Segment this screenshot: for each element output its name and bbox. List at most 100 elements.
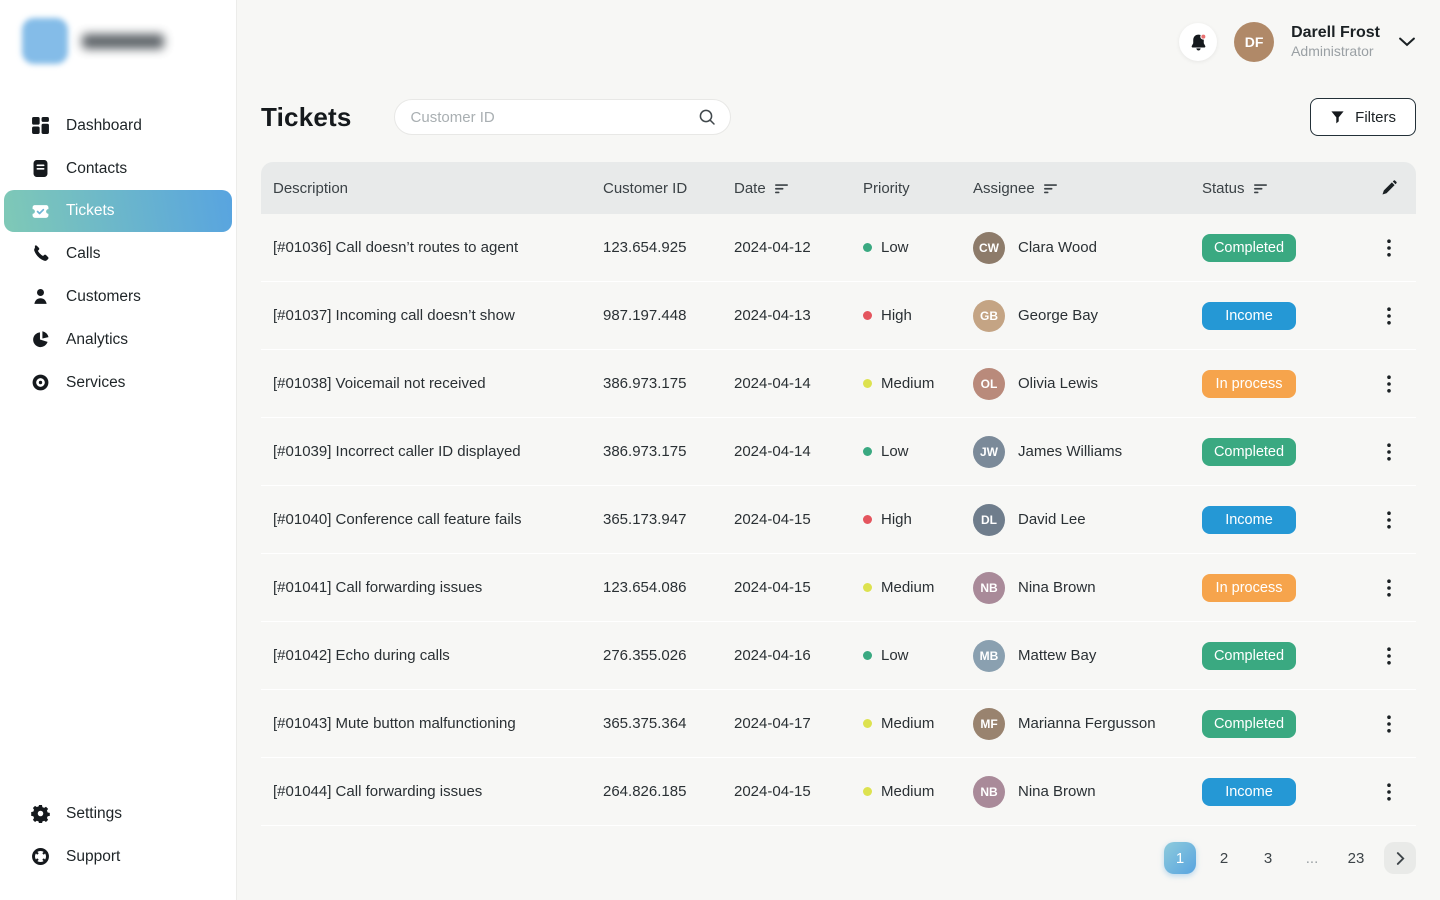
assignee-avatar: DL (973, 504, 1005, 536)
app-logo (22, 18, 236, 64)
sidebar-item-dashboard[interactable]: Dashboard (0, 104, 236, 147)
kebab-menu-icon[interactable] (1383, 779, 1395, 805)
sidebar-item-label: Dashboard (66, 117, 142, 135)
ticket-priority: Medium (863, 783, 973, 800)
column-header-assignee[interactable]: Assignee (973, 180, 1202, 197)
column-label: Status (1202, 180, 1245, 197)
page-button-1[interactable]: 1 (1164, 842, 1196, 874)
ticket-priority: Medium (863, 715, 973, 732)
priority-label: Medium (881, 783, 934, 800)
page-button-3[interactable]: 3 (1252, 842, 1284, 874)
sidebar-item-label: Support (66, 848, 120, 866)
assignee-avatar: CW (973, 232, 1005, 264)
sidebar-item-label: Services (66, 374, 125, 392)
priority-dot (863, 787, 872, 796)
assignee-name: James Williams (1018, 443, 1122, 460)
notifications-button[interactable] (1179, 23, 1217, 61)
sidebar-item-customers[interactable]: Customers (0, 275, 236, 318)
status-badge: Completed (1202, 710, 1296, 738)
ticket-customer-id: 365.375.364 (603, 715, 734, 732)
chevron-down-icon[interactable] (1399, 37, 1415, 47)
assignee-name: Olivia Lewis (1018, 375, 1098, 392)
page-button-2[interactable]: 2 (1208, 842, 1240, 874)
kebab-menu-icon[interactable] (1383, 371, 1395, 397)
sidebar-item-support[interactable]: Support (0, 835, 236, 878)
next-page-button[interactable] (1384, 842, 1416, 874)
table-header-row: DescriptionCustomer IDDatePriorityAssign… (261, 162, 1416, 214)
search-input[interactable] (411, 109, 698, 126)
sidebar-item-analytics[interactable]: Analytics (0, 318, 236, 361)
priority-label: Low (881, 443, 909, 460)
sidebar-item-tickets[interactable]: Tickets (4, 190, 232, 232)
status-badge: Income (1202, 778, 1296, 806)
sidebar-item-label: Tickets (66, 202, 115, 220)
gear-icon (31, 804, 50, 823)
sidebar-item-contacts[interactable]: Contacts (0, 147, 236, 190)
assignee-name: Nina Brown (1018, 783, 1096, 800)
sidebar-item-services[interactable]: Services (0, 361, 236, 404)
tickets-table: DescriptionCustomer IDDatePriorityAssign… (261, 162, 1416, 890)
ticket-priority: Low (863, 239, 973, 256)
sort-icon[interactable] (1044, 181, 1058, 195)
assignee-name: George Bay (1018, 307, 1098, 324)
table-body: [#01036] Call doesn’t routes to agent123… (261, 214, 1416, 826)
sort-icon[interactable] (775, 181, 789, 195)
ticket-priority: Low (863, 443, 973, 460)
search-icon[interactable] (698, 108, 716, 126)
page-button-23[interactable]: 23 (1340, 842, 1372, 874)
table-row: [#01042] Echo during calls276.355.026202… (261, 622, 1416, 690)
kebab-menu-icon[interactable] (1383, 643, 1395, 669)
kebab-menu-icon[interactable] (1383, 235, 1395, 261)
column-header-date[interactable]: Date (734, 180, 863, 197)
sidebar-item-label: Customers (66, 288, 141, 306)
pagination: 123...23 (261, 826, 1416, 890)
assignee-name: Clara Wood (1018, 239, 1097, 256)
ticket-description: [#01040] Conference call feature fails (273, 511, 603, 528)
assignee-avatar: NB (973, 572, 1005, 604)
user-role: Administrator (1291, 43, 1380, 61)
kebab-menu-icon[interactable] (1383, 711, 1395, 737)
lifebuoy-icon (31, 847, 50, 866)
priority-label: High (881, 511, 912, 528)
kebab-menu-icon[interactable] (1383, 575, 1395, 601)
ticket-customer-id: 123.654.086 (603, 579, 734, 596)
bell-icon (1189, 33, 1208, 52)
kebab-menu-icon[interactable] (1383, 303, 1395, 329)
table-row: [#01041] Call forwarding issues123.654.0… (261, 554, 1416, 622)
ticket-description: [#01043] Mute button malfunctioning (273, 715, 603, 732)
user-menu[interactable]: Darell Frost Administrator (1291, 23, 1380, 61)
column-header-status[interactable]: Status (1202, 180, 1372, 197)
column-label: Customer ID (603, 180, 687, 197)
filters-button[interactable]: Filters (1310, 98, 1416, 136)
ticket-customer-id: 987.197.448 (603, 307, 734, 324)
ticket-date: 2024-04-16 (734, 647, 863, 664)
edit-columns-icon[interactable] (1381, 180, 1397, 196)
sort-icon[interactable] (1254, 181, 1268, 195)
priority-label: Low (881, 647, 909, 664)
page-header: Tickets Filters (237, 0, 1440, 136)
status-badge: Income (1202, 506, 1296, 534)
ticket-assignee: JWJames Williams (973, 436, 1202, 468)
dashboard-icon (31, 116, 50, 135)
sidebar-footer-nav: Settings Support (0, 792, 236, 878)
sidebar-item-calls[interactable]: Calls (0, 232, 236, 275)
sidebar-item-settings[interactable]: Settings (0, 792, 236, 835)
ticket-date: 2024-04-12 (734, 239, 863, 256)
kebab-menu-icon[interactable] (1383, 507, 1395, 533)
priority-label: Medium (881, 375, 934, 392)
status-badge: Income (1202, 302, 1296, 330)
table-row: [#01038] Voicemail not received386.973.1… (261, 350, 1416, 418)
priority-dot (863, 583, 872, 592)
status-badge: Completed (1202, 234, 1296, 262)
sidebar: Dashboard Contacts Tickets Calls Customers An… (0, 0, 237, 900)
ticket-assignee: DLDavid Lee (973, 504, 1202, 536)
ticket-assignee: MFMarianna Fergusson (973, 708, 1202, 740)
priority-dot (863, 447, 872, 456)
assignee-avatar: MB (973, 640, 1005, 672)
ticket-description: [#01039] Incorrect caller ID displayed (273, 443, 603, 460)
column-label: Date (734, 180, 766, 197)
logo-wordmark (82, 34, 164, 49)
user-avatar[interactable]: DF (1234, 22, 1274, 62)
kebab-menu-icon[interactable] (1383, 439, 1395, 465)
ticket-priority: Medium (863, 579, 973, 596)
